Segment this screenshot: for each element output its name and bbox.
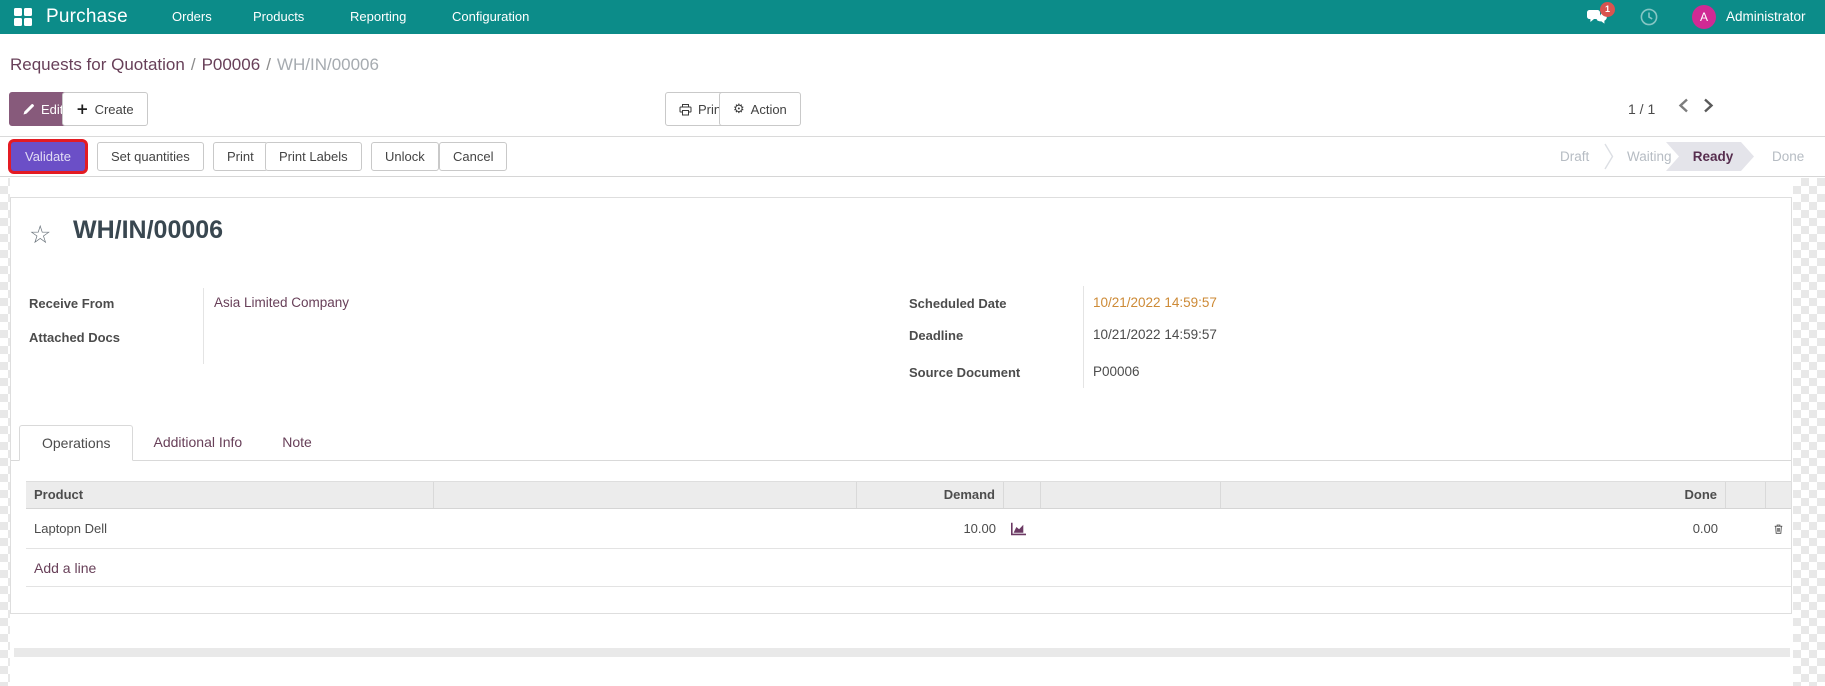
top-navbar: Purchase Orders Products Reporting Confi… (0, 0, 1825, 34)
messages-badge: 1 (1600, 2, 1615, 17)
print-labels-button[interactable]: Print Labels (265, 142, 362, 171)
odoo-purchase-receipt-page: { "navbar": { "app_name": "Purchase", "m… (0, 0, 1825, 686)
activities-clock-icon[interactable] (1640, 8, 1658, 26)
field-value-source-document: P00006 (1093, 364, 1140, 379)
print-statusbar-button[interactable]: Print (213, 142, 268, 171)
forecast-chart-icon[interactable] (1004, 509, 1041, 548)
column-header-product: Product (26, 482, 434, 508)
printer-icon (679, 103, 692, 116)
action-button[interactable]: ⚙ Action (719, 92, 801, 126)
breadcrumb-separator: / (190, 55, 196, 74)
app-name[interactable]: Purchase (46, 0, 128, 34)
column-header-demand: Demand (857, 482, 1004, 508)
record-title: WH/IN/00006 (73, 216, 224, 244)
pencil-icon (23, 103, 35, 115)
bottom-divider-bar (14, 648, 1790, 657)
tab-additional-info[interactable]: Additional Info (133, 425, 262, 460)
cell-product: Laptopn Dell (34, 521, 107, 536)
create-button-label: Create (94, 101, 134, 117)
field-label-source-document: Source Document (909, 365, 1021, 380)
tab-operations[interactable]: Operations (19, 425, 134, 461)
action-button-label: Action (750, 101, 787, 117)
breadcrumb-current: WH/IN/00006 (276, 55, 379, 74)
nav-menu-products[interactable]: Products (253, 0, 304, 34)
field-label-attached-docs: Attached Docs (29, 330, 121, 345)
nav-menu-orders[interactable]: Orders (172, 0, 212, 34)
gear-icon: ⚙ (733, 101, 745, 117)
set-quantities-button[interactable]: Set quantities (97, 142, 204, 171)
cell-done: 0.00 (1692, 521, 1718, 536)
pager-next-icon[interactable] (1703, 98, 1714, 113)
breadcrumb-link-p00006[interactable]: P00006 (202, 55, 261, 74)
moves-table-header: Product Demand Done (26, 481, 1791, 509)
field-group-divider (203, 288, 204, 364)
plus-icon: + (76, 100, 89, 118)
column-header-blank (1726, 482, 1766, 508)
stage-done[interactable]: Done (1772, 142, 1804, 171)
nav-menu-reporting[interactable]: Reporting (350, 0, 406, 34)
field-value-receive-from[interactable]: Asia Limited Company (214, 295, 349, 310)
stage-waiting[interactable]: Waiting (1627, 142, 1672, 171)
column-header-done: Done (1221, 482, 1726, 508)
column-header-blank (1041, 482, 1221, 508)
pager-value: 1 / 1 (1628, 101, 1656, 117)
cancel-button[interactable]: Cancel (439, 142, 508, 171)
move-line-row[interactable]: Laptopn Dell 10.00 0.00 (26, 509, 1791, 549)
breadcrumb-link-rfq[interactable]: Requests for Quotation (10, 55, 185, 74)
notebook-tabs: Operations Additional Info Note (11, 425, 1791, 461)
breadcrumb-separator: / (266, 55, 271, 74)
field-value-scheduled-date: 10/21/2022 14:59:57 (1093, 295, 1217, 310)
column-header-forecast (1004, 482, 1041, 508)
apps-grid-icon[interactable] (13, 7, 33, 27)
unlock-button[interactable]: Unlock (371, 142, 439, 171)
user-menu[interactable]: Administrator (1726, 0, 1806, 34)
favorite-star-icon[interactable]: ☆ (23, 221, 57, 249)
stage-draft[interactable]: Draft (1560, 142, 1589, 171)
delete-line-trash-icon[interactable] (1766, 509, 1791, 548)
create-button[interactable]: + Create (62, 92, 148, 126)
form-sheet: ☆ WH/IN/00006 Receive From Asia Limited … (10, 197, 1792, 614)
statusbar: Validate Set quantities Print Print Labe… (0, 136, 1825, 177)
field-label-receive-from: Receive From (29, 296, 115, 311)
column-header-blank (434, 482, 857, 508)
user-avatar[interactable]: A (1692, 5, 1716, 29)
tab-note[interactable]: Note (262, 425, 332, 460)
validate-button[interactable]: Validate (11, 142, 86, 171)
pager-previous-icon[interactable] (1678, 98, 1689, 113)
nav-menu-configuration[interactable]: Configuration (452, 0, 529, 34)
field-label-deadline: Deadline (909, 328, 964, 343)
edit-button-label: Edit (41, 101, 64, 117)
field-value-deadline: 10/21/2022 14:59:57 (1093, 327, 1217, 342)
cell-demand: 10.00 (963, 521, 996, 536)
transparent-right-strip (1793, 178, 1825, 686)
stage-ready[interactable]: Ready (1666, 142, 1754, 171)
add-a-line-link[interactable]: Add a line (26, 549, 1791, 587)
field-group-divider (1083, 286, 1084, 388)
column-header-delete (1766, 482, 1791, 508)
stage-separator-icon (1604, 143, 1614, 170)
field-label-scheduled-date: Scheduled Date (909, 296, 1007, 311)
breadcrumb: Requests for Quotation / P00006 / WH/IN/0000… (10, 48, 379, 82)
transparent-left-strip (0, 178, 10, 686)
